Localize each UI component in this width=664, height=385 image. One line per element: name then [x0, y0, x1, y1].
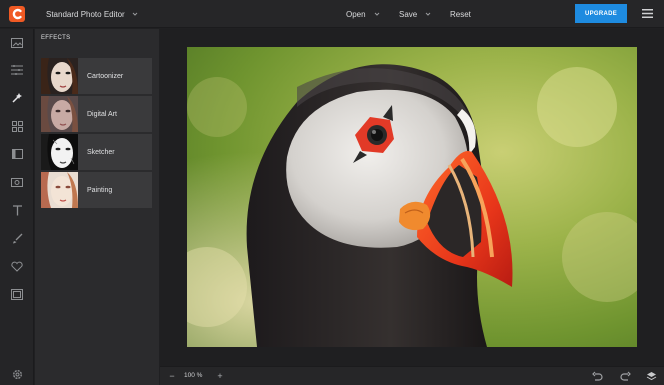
chevron-down-icon	[374, 11, 380, 17]
cartoonizer-thumbnail	[41, 58, 78, 94]
settings-icon[interactable]	[9, 366, 25, 382]
hamburger-menu-icon[interactable]	[642, 8, 653, 19]
effects-icon[interactable]	[9, 90, 25, 106]
effect-label: Digital Art	[87, 110, 117, 118]
effect-painting[interactable]: Painting	[41, 172, 152, 208]
text-icon[interactable]	[9, 202, 25, 218]
undo-icon[interactable]	[592, 371, 603, 382]
effects-panel: EFFECTS Cartoonizer Digital Art Sketcher…	[35, 29, 159, 385]
upgrade-button[interactable]: UPGRADE	[575, 4, 627, 23]
frame-icon[interactable]	[9, 146, 25, 162]
app-title: Standard Photo Editor	[46, 9, 125, 19]
heart-icon[interactable]	[9, 258, 25, 274]
panel-title: EFFECTS	[41, 35, 71, 41]
zoom-out-button[interactable]: −	[167, 371, 177, 381]
grid-icon[interactable]	[9, 118, 25, 134]
camera-icon[interactable]	[9, 174, 25, 190]
reset-button[interactable]: Reset	[450, 0, 471, 28]
zoom-in-button[interactable]: +	[215, 371, 225, 381]
effect-sketcher[interactable]: Sketcher	[41, 134, 152, 170]
top-bar: Standard Photo Editor Open Save Reset UP…	[0, 0, 664, 28]
effect-cartoonizer[interactable]: Cartoonizer	[41, 58, 152, 94]
sketcher-thumbnail	[41, 134, 78, 170]
save-label: Save	[399, 9, 418, 19]
tool-rail	[0, 29, 34, 385]
image-icon[interactable]	[9, 35, 25, 51]
layers-icon[interactable]	[646, 371, 657, 382]
chevron-down-icon	[132, 11, 138, 17]
save-menu[interactable]: Save	[399, 0, 431, 28]
effect-digital-art[interactable]: Digital Art	[41, 96, 152, 132]
brush-icon[interactable]	[9, 230, 25, 246]
effect-label: Cartoonizer	[87, 72, 124, 80]
open-menu[interactable]: Open	[346, 0, 380, 28]
editor-logo-icon[interactable]	[9, 6, 25, 22]
redo-icon[interactable]	[620, 371, 631, 382]
puffin-photo[interactable]	[187, 47, 637, 347]
zoom-level: 100 %	[184, 372, 203, 379]
bottom-bar: − 100 % +	[160, 366, 664, 385]
editor-mode-dropdown[interactable]: Standard Photo Editor	[46, 0, 138, 28]
chevron-down-icon	[425, 11, 431, 17]
reset-label: Reset	[450, 9, 471, 19]
open-label: Open	[346, 9, 366, 19]
digital-art-thumbnail	[41, 96, 78, 132]
effect-label: Sketcher	[87, 148, 115, 156]
adjust-icon[interactable]	[9, 62, 25, 78]
texture-icon[interactable]	[9, 286, 25, 302]
painting-thumbnail	[41, 172, 78, 208]
effect-label: Painting	[87, 186, 113, 194]
